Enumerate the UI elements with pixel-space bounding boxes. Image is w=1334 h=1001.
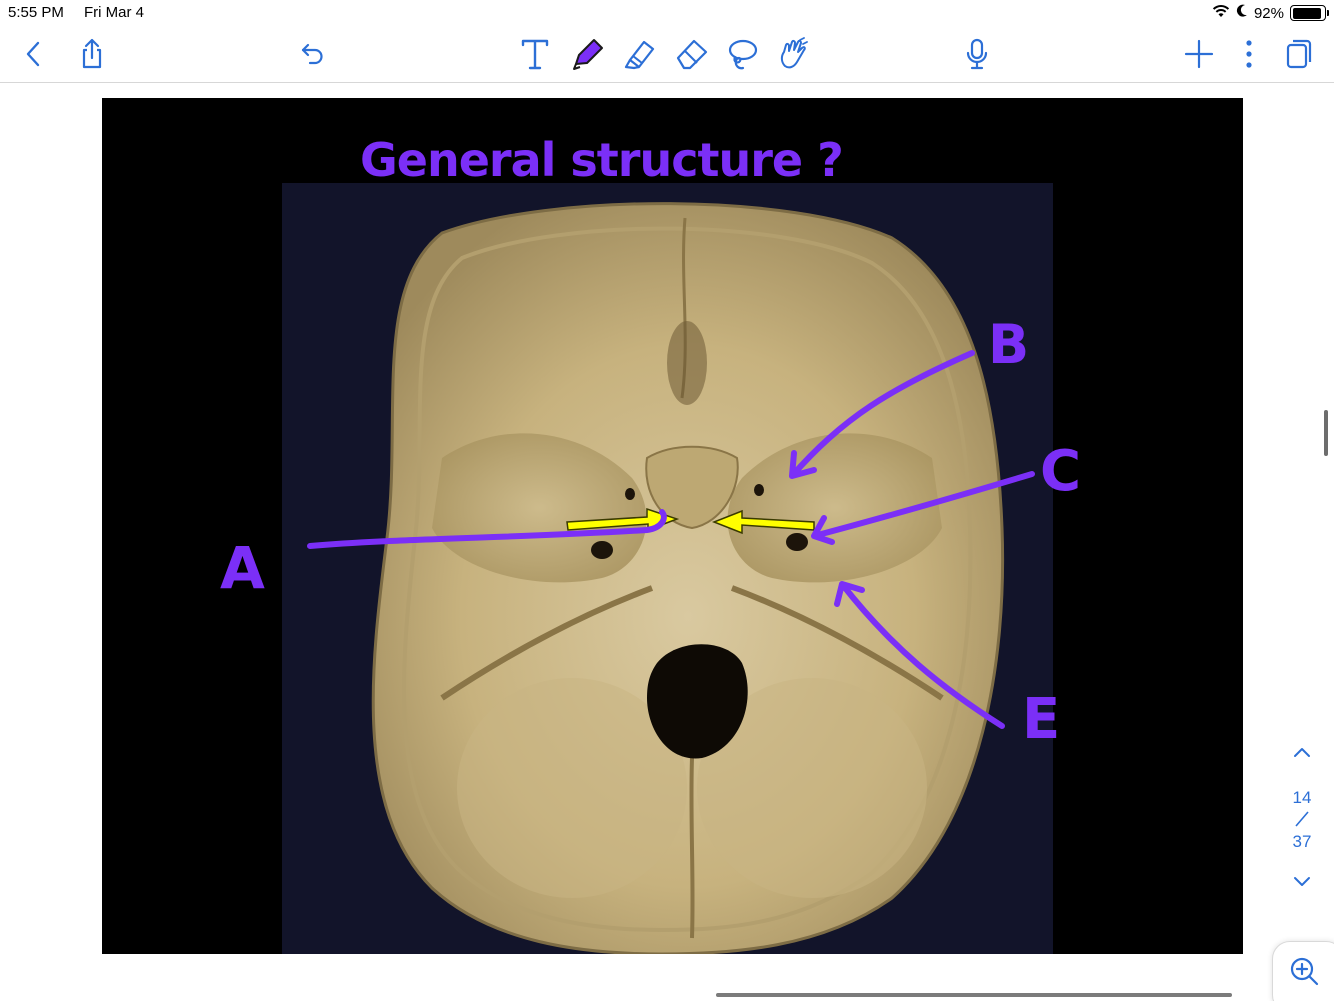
wifi-icon [1212,4,1230,22]
text-tool-icon [520,37,550,71]
shapes-tool-button[interactable] [774,34,814,74]
cribriform-plate [667,321,707,405]
right-foramen-rotundum [754,484,764,496]
pages-icon [1285,38,1313,70]
eraser-tool-button[interactable] [672,34,712,74]
ink-title: General structure ? [360,133,843,187]
lasso-tool-icon [724,36,760,72]
vertical-scrollbar[interactable] [1324,410,1328,456]
highlighter-tool-icon [622,36,658,72]
zoom-button[interactable] [1272,941,1334,1001]
undo-button[interactable] [293,34,333,74]
zoom-in-icon [1289,956,1319,991]
right-foramen-ovale [786,533,808,551]
status-indicators: 92% [1212,4,1329,22]
back-button[interactable] [14,34,54,74]
battery-icon [1290,5,1329,21]
share-button[interactable] [72,34,112,74]
text-tool-button[interactable] [515,34,555,74]
left-foramen-ovale [591,541,613,559]
pen-tool-icon [570,36,606,72]
lasso-tool-button[interactable] [722,34,762,74]
eraser-tool-icon [674,36,710,72]
microphone-button[interactable] [957,34,997,74]
undo-icon [299,40,327,68]
current-page-number: 14 [1292,788,1312,807]
pages-button[interactable] [1279,34,1319,74]
document-canvas[interactable]: General structure ? A B C E [0,84,1334,1001]
slide-illustration: General structure ? A B C E [220,133,1081,954]
toolbar [0,26,1334,83]
shapes-tool-icon [776,36,812,72]
horizontal-scrollbar[interactable] [716,993,1232,997]
add-page-icon [1184,39,1214,69]
add-page-button[interactable] [1179,34,1219,74]
highlighter-tool-button[interactable] [620,34,660,74]
chevron-down-icon [1292,875,1312,893]
label-c: C [1040,439,1081,504]
label-e: E [1022,687,1060,752]
more-button[interactable] [1229,34,1269,74]
label-a: A [220,534,265,602]
status-time: 5:55 PM [8,4,64,21]
slide-page: General structure ? A B C E [102,98,1243,954]
back-icon [23,40,45,68]
pen-tool-button[interactable] [568,34,608,74]
total-pages: 37 [1292,832,1312,851]
next-page-button[interactable] [1282,870,1322,898]
label-b: B [988,313,1029,376]
status-date: Fri Mar 4 [84,4,144,21]
moon-icon [1236,4,1248,22]
page-navigator: 14 37 [1282,740,1322,900]
battery-fill [1292,7,1322,19]
occipital-crest [689,757,695,939]
battery-percent: 92% [1253,4,1284,22]
chevron-up-icon [1292,745,1312,763]
previous-page-button[interactable] [1282,740,1322,768]
page-separator [1295,811,1309,827]
share-icon [77,38,107,70]
more-icon [1244,39,1254,69]
status-bar: 5:55 PM Fri Mar 4 92% [0,0,1334,26]
left-foramen-rotundum [625,488,635,500]
microphone-icon [964,37,990,71]
